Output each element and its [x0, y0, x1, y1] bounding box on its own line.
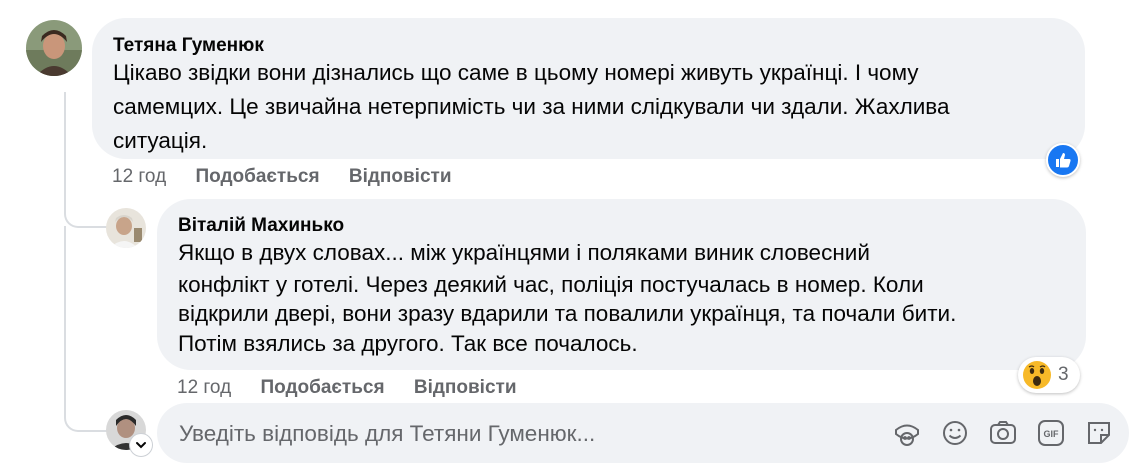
comment-meta: 12 год Подобається Відповісти: [177, 377, 517, 399]
reply-composer: GIF: [157, 403, 1129, 463]
camera-icon[interactable]: [987, 417, 1019, 449]
reply-input[interactable]: [177, 413, 881, 455]
gif-icon[interactable]: GIF: [1035, 417, 1067, 449]
comment-text-line: самемцих. Це звичайна нетерпимість чи за…: [113, 94, 950, 119]
thread-line-composer: [64, 226, 108, 432]
comment-time[interactable]: 12 год: [112, 166, 166, 187]
avatar[interactable]: [106, 208, 146, 248]
chevron-down-icon[interactable]: [130, 434, 152, 456]
like-link[interactable]: Подобається: [260, 377, 384, 398]
reply-link[interactable]: Відповісти: [414, 377, 517, 398]
like-link[interactable]: Подобається: [195, 166, 319, 187]
svg-text:GIF: GIF: [1044, 429, 1060, 439]
avatar[interactable]: [26, 20, 82, 76]
comment-text-line: ситуація.: [113, 128, 208, 153]
like-icon[interactable]: [1046, 143, 1080, 177]
reply-link[interactable]: Відповісти: [349, 166, 452, 187]
comment-author[interactable]: Віталій Махинько: [178, 215, 344, 237]
comment-text-line: Якщо в двух словах... між українцями і п…: [178, 240, 870, 265]
comment-text-line: Потім взялись за другого. Так все почало…: [178, 331, 638, 356]
comment-meta: 12 год Подобається Відповісти: [112, 166, 452, 188]
comment-text-line: Цікаво звідки вони дізнались що саме в ц…: [113, 60, 919, 85]
comment-author[interactable]: Тетяна Гуменюк: [113, 35, 264, 57]
wow-icon: [1022, 360, 1052, 390]
reaction-summary[interactable]: 3: [1018, 357, 1080, 393]
reaction-count: 3: [1058, 364, 1069, 385]
sticker-icon[interactable]: [1083, 417, 1115, 449]
comment-time[interactable]: 12 год: [177, 377, 231, 398]
comment-text-line: відкрили двері, вони зразу вдарили та по…: [178, 301, 957, 326]
avatar-sticker-icon[interactable]: [891, 417, 923, 449]
emoji-icon[interactable]: [939, 417, 971, 449]
